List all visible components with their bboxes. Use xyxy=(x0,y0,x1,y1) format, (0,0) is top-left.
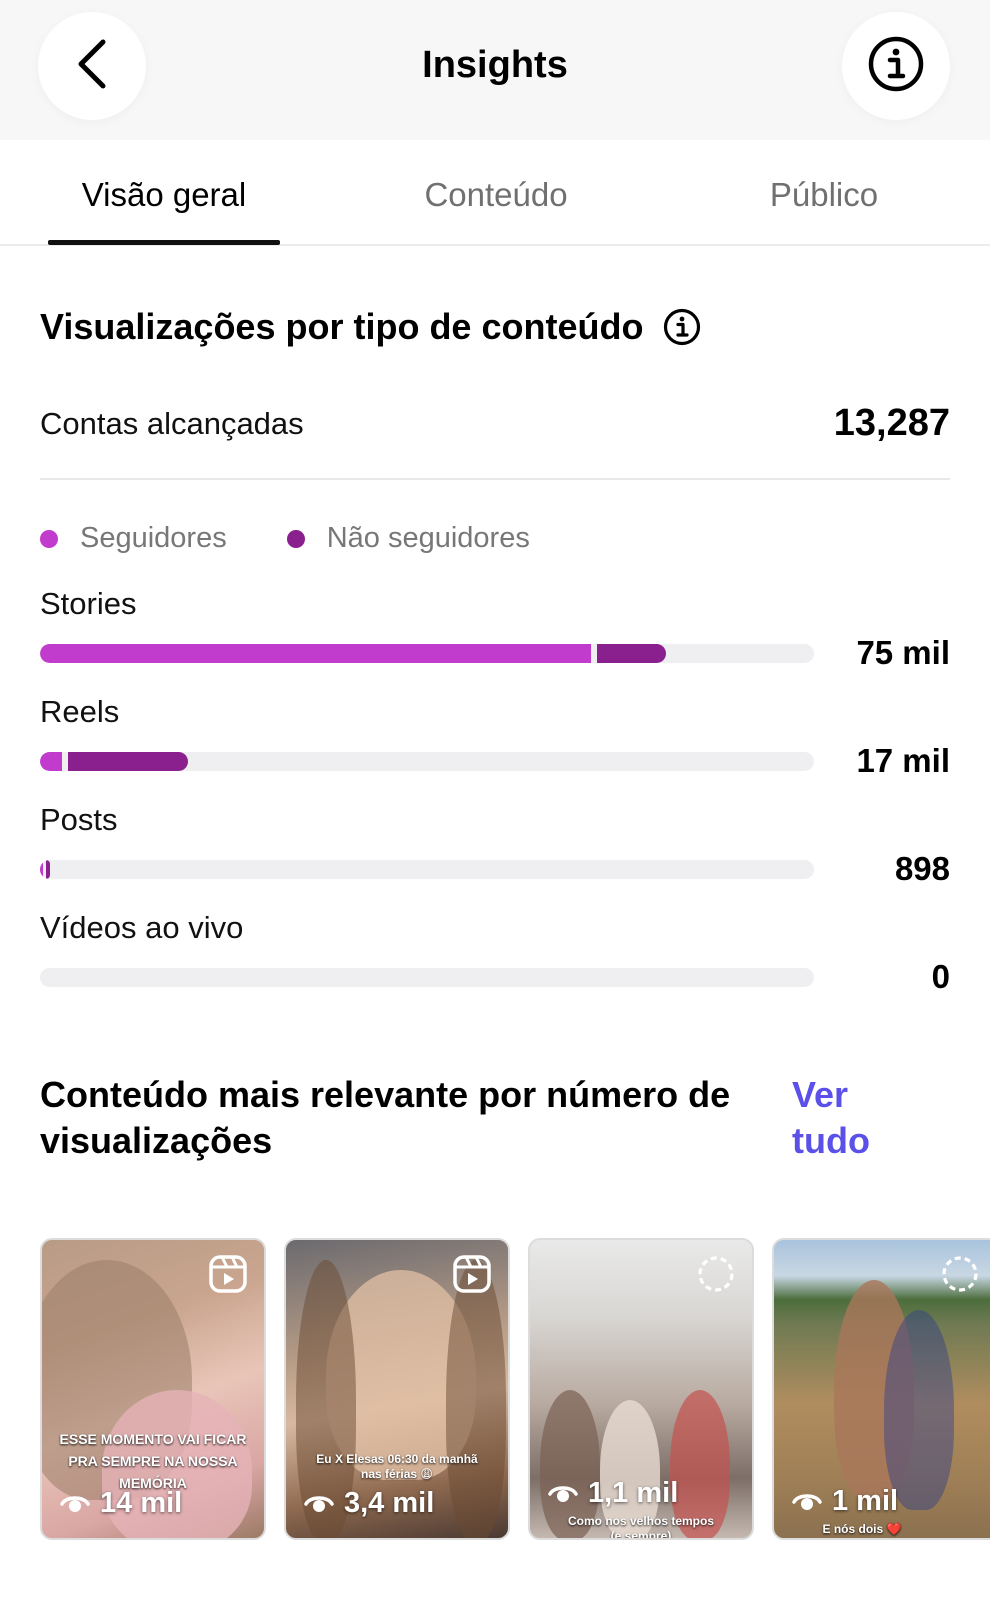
caption-line: ESSE MOMENTO VAI FICAR xyxy=(59,1431,247,1447)
caption-line: Como nos velhos tempos xyxy=(567,1514,715,1528)
views-section-title: Visualizações por tipo de conteúdo xyxy=(40,306,701,348)
info-icon xyxy=(868,36,924,97)
active-tab-indicator xyxy=(48,240,280,245)
row-value-stories: 75 mil xyxy=(856,634,950,671)
header: Insights xyxy=(0,0,990,140)
legend-label-followers: Seguidores xyxy=(80,522,227,554)
eye-icon xyxy=(60,1495,90,1512)
legend-label-non-followers: Não seguidores xyxy=(326,522,530,554)
top-content-title: Conteúdo mais relevante por número de vi… xyxy=(40,1074,731,1161)
thumbnail-caption: Eu X Elesas 06:30 da manhã nas férias 😩 xyxy=(286,1452,508,1482)
caption-line: nas férias 😩 xyxy=(361,1467,433,1481)
tab-audience[interactable]: Público xyxy=(708,176,940,214)
legend-dot-followers xyxy=(40,529,58,548)
eye-icon xyxy=(304,1495,334,1512)
eye-icon xyxy=(792,1493,822,1510)
bar-track-stories xyxy=(40,644,814,663)
reel-icon xyxy=(452,1254,492,1299)
row-label-reels: Reels xyxy=(40,694,120,729)
thumbnail-caption: Como nos velhos tempos (e sempre) xyxy=(530,1514,752,1540)
view-count: 1 mil xyxy=(792,1485,898,1518)
view-count-value: 1 mil xyxy=(832,1485,899,1517)
see-all-link[interactable]: Ver tudo xyxy=(792,1072,912,1164)
info-button[interactable] xyxy=(842,12,950,120)
bar-followers-reels xyxy=(40,752,62,771)
view-count: 1,1 mil xyxy=(548,1477,678,1510)
story-icon xyxy=(696,1254,736,1299)
bar-track-reels xyxy=(40,752,814,771)
content-thumbnail[interactable]: E nós dois ❤️ 1 mil xyxy=(772,1238,990,1540)
bar-non-followers-posts xyxy=(46,860,50,879)
caption-line: (e sempre) xyxy=(610,1529,672,1540)
story-icon xyxy=(940,1254,980,1299)
tab-bar: Visão geral Conteúdo Público xyxy=(0,140,990,246)
caption-line: Eu X Elesas 06:30 da manhã xyxy=(316,1452,478,1466)
tab-overview[interactable]: Visão geral xyxy=(48,176,280,214)
content-thumbnail[interactable]: Como nos velhos tempos (e sempre) 1,1 mi… xyxy=(528,1238,754,1540)
row-label-stories: Stories xyxy=(40,586,137,621)
top-content-carousel: ESSE MOMENTO VAI FICAR PRA SEMPRE NA NOS… xyxy=(0,1238,990,1542)
content-thumbnail[interactable]: Eu X Elesas 06:30 da manhã nas férias 😩 … xyxy=(284,1238,510,1540)
bar-track-posts xyxy=(40,860,814,879)
view-count: 3,4 mil xyxy=(304,1487,434,1520)
legend-item-non-followers: Não seguidores xyxy=(286,522,530,555)
thumbnail-caption: E nós dois ❤️ xyxy=(774,1522,980,1537)
view-count-value: 3,4 mil xyxy=(344,1487,435,1519)
view-count-value: 14 mil xyxy=(100,1487,183,1519)
legend-item-followers: Seguidores xyxy=(40,522,227,555)
bar-followers-stories xyxy=(40,644,592,663)
row-value-posts: 898 xyxy=(894,850,950,887)
legend-dot-non-followers xyxy=(286,529,305,548)
bar-non-followers-reels xyxy=(67,752,188,771)
view-count: 14 mil xyxy=(60,1487,182,1520)
eye-icon xyxy=(548,1485,578,1502)
info-icon[interactable] xyxy=(663,308,701,346)
thumbnail-caption: ESSE MOMENTO VAI FICAR PRA SEMPRE NA NOS… xyxy=(42,1428,264,1494)
caption-line: E nós dois ❤️ xyxy=(822,1522,902,1536)
tab-content[interactable]: Conteúdo xyxy=(380,176,612,214)
views-section-title-text: Visualizações por tipo de conteúdo xyxy=(40,306,644,347)
row-value-live: 0 xyxy=(931,958,950,995)
row-label-live: Vídeos ao vivo xyxy=(40,910,244,945)
view-count-value: 1,1 mil xyxy=(588,1477,679,1509)
accounts-reached-label: Contas alcançadas xyxy=(40,406,304,441)
legend: Seguidores Não seguidores xyxy=(40,522,530,555)
content-thumbnail[interactable]: ESSE MOMENTO VAI FICAR PRA SEMPRE NA NOS… xyxy=(40,1238,266,1540)
reel-icon xyxy=(208,1254,248,1299)
row-value-reels: 17 mil xyxy=(856,742,950,779)
row-label-posts: Posts xyxy=(40,802,118,837)
bar-followers-posts xyxy=(40,860,44,879)
photo-shape xyxy=(884,1310,954,1510)
bar-track-live xyxy=(40,968,814,987)
divider xyxy=(40,478,950,480)
photo-shape xyxy=(446,1260,506,1538)
accounts-reached-value: 13,287 xyxy=(833,402,950,444)
bar-non-followers-stories xyxy=(597,644,667,663)
